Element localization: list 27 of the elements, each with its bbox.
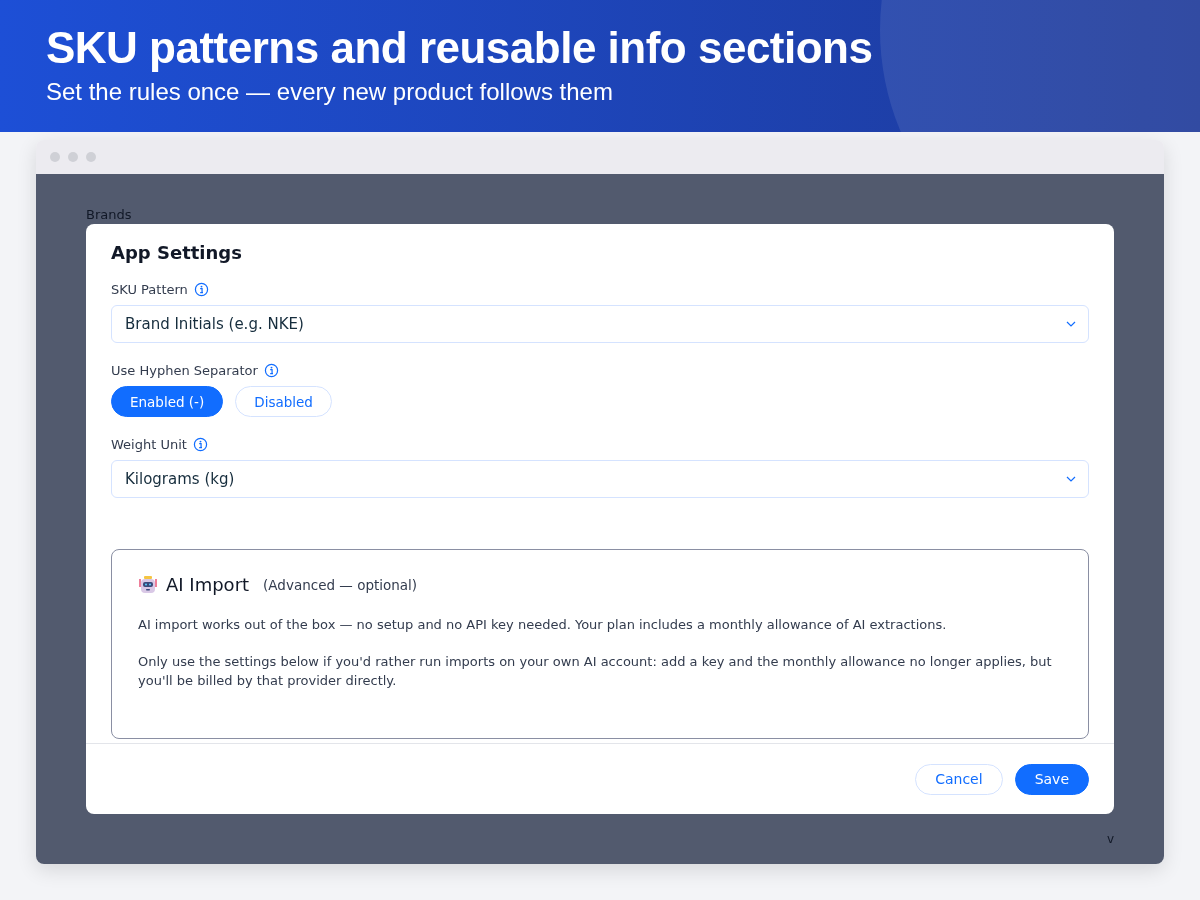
window-dot-icon xyxy=(68,152,78,162)
info-icon[interactable] xyxy=(192,437,208,452)
option-button[interactable]: Disabled xyxy=(235,386,332,417)
page-heading: Brands xyxy=(86,207,133,223)
window-dot-icon xyxy=(50,152,60,162)
dropdown-field[interactable]: Kilograms (kg) xyxy=(111,460,1089,498)
field-label: Use Hyphen Separator xyxy=(111,363,258,378)
save-button[interactable]: Save xyxy=(1014,763,1089,795)
cancel-button[interactable]: Cancel xyxy=(915,763,1003,795)
banner-title: SKU patterns and reusable info sections xyxy=(46,22,874,74)
description-text: Only use the settings below if you'd rather run imports on your own AI account: add a key and the monthly allowance no longer applies, but you'll be billed by that provider directly. xyxy=(138,653,1053,690)
field-label: Weight Unit xyxy=(111,437,187,452)
corner-mark: v xyxy=(1106,832,1114,846)
section-title: AI Import xyxy=(166,574,250,595)
section-note: (Advanced — optional) xyxy=(263,576,418,593)
chevron-down-icon xyxy=(1066,321,1076,327)
info-icon[interactable] xyxy=(263,363,279,378)
field-label: SKU Pattern xyxy=(111,282,188,297)
dropdown-field[interactable]: Brand Initials (e.g. NKE) xyxy=(111,305,1089,343)
window-dot-icon xyxy=(86,152,96,162)
robot-icon xyxy=(138,574,158,595)
chevron-down-icon xyxy=(1066,476,1076,482)
description-text: AI import works out of the box — no setup and no API key needed. Your plan includes a monthly allowance of AI extractions. xyxy=(138,616,948,634)
banner-subtitle: Set the rules once — every new product follows them xyxy=(46,78,614,106)
option-button[interactable]: Enabled (-) xyxy=(111,386,224,417)
info-icon[interactable] xyxy=(193,282,209,297)
dialog-title: App Settings xyxy=(111,242,243,263)
